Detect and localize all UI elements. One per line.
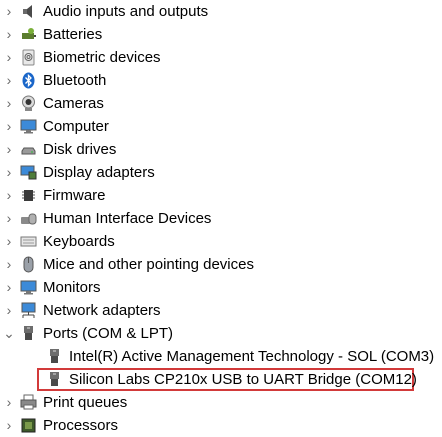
tree-item-computer[interactable]: › Computer: [0, 115, 442, 138]
tree-item-label: Silicon Labs CP210x USB to UART Bridge (…: [69, 371, 417, 388]
chevron-right-icon[interactable]: ›: [2, 138, 16, 161]
network-adapter-icon: [20, 302, 37, 319]
chevron-right-icon[interactable]: ›: [2, 299, 16, 322]
printer-icon: [20, 394, 37, 411]
tree-item-label: Intel(R) Active Management Technology - …: [69, 348, 435, 365]
tree-item-label: Network adapters: [43, 302, 161, 319]
tree-item-intel-amt-sol[interactable]: Intel(R) Active Management Technology - …: [0, 345, 442, 368]
tree-item-label: Computer: [43, 118, 109, 135]
tree-item-label: Audio inputs and outputs: [43, 3, 209, 20]
monitor-icon: [20, 118, 37, 135]
tree-item-silicon-labs-cp210x[interactable]: Silicon Labs CP210x USB to UART Bridge (…: [0, 368, 442, 391]
chevron-right-icon[interactable]: ›: [2, 207, 16, 230]
chevron-right-icon[interactable]: ›: [2, 414, 16, 437]
chevron-right-icon[interactable]: ›: [2, 253, 16, 276]
tree-item-cameras[interactable]: › Cameras: [0, 92, 442, 115]
chip-icon: [20, 187, 37, 204]
speaker-icon: [20, 3, 37, 20]
tree-item-label: Monitors: [43, 279, 101, 296]
tree-item-print-queues[interactable]: › Print queues: [0, 391, 442, 414]
chevron-right-icon[interactable]: ›: [2, 23, 16, 46]
tree-item-label: Mice and other pointing devices: [43, 256, 254, 273]
monitor-icon: [20, 279, 37, 296]
tree-item-disk-drives[interactable]: › Disk drives: [0, 138, 442, 161]
processor-icon: [20, 417, 37, 434]
tree-item-display-adapters[interactable]: › Display adapters: [0, 161, 442, 184]
chevron-right-icon[interactable]: ›: [2, 230, 16, 253]
tree-item-label: Ports (COM & LPT): [43, 325, 174, 342]
bluetooth-icon: [20, 72, 37, 89]
device-tree: › Audio inputs and outputs › Batteries ›…: [0, 0, 442, 437]
tree-item-label: Print queues: [43, 394, 128, 411]
tree-item-monitors[interactable]: › Monitors: [0, 276, 442, 299]
port-icon: [20, 325, 37, 342]
tree-item-label: Processors: [43, 417, 119, 434]
tree-item-keyboards[interactable]: › Keyboards: [0, 230, 442, 253]
tree-item-label: Keyboards: [43, 233, 115, 250]
hid-icon: [20, 210, 37, 227]
tree-item-label: Disk drives: [43, 141, 117, 158]
tree-item-network-adapters[interactable]: › Network adapters: [0, 299, 442, 322]
tree-item-label: Human Interface Devices: [43, 210, 212, 227]
tree-item-audio-inputs-and-outputs[interactable]: › Audio inputs and outputs: [0, 0, 442, 23]
tree-item-mice-and-other-pointing-devices[interactable]: › Mice and other pointing devices: [0, 253, 442, 276]
battery-icon: [20, 26, 37, 43]
chevron-right-icon[interactable]: ›: [2, 161, 16, 184]
tree-item-label: Display adapters: [43, 164, 155, 181]
tree-item-biometric-devices[interactable]: › Biometric devices: [0, 46, 442, 69]
tree-item-label: Firmware: [43, 187, 106, 204]
tree-item-human-interface-devices[interactable]: › Human Interface Devices: [0, 207, 442, 230]
tree-item-label: Bluetooth: [43, 72, 107, 89]
chevron-right-icon[interactable]: ›: [2, 115, 16, 138]
chevron-right-icon[interactable]: ›: [2, 276, 16, 299]
mouse-icon: [20, 256, 37, 273]
keyboard-icon: [20, 233, 37, 250]
tree-item-label: Batteries: [43, 26, 103, 43]
chevron-right-icon[interactable]: ›: [2, 69, 16, 92]
tree-item-bluetooth[interactable]: › Bluetooth: [0, 69, 442, 92]
tree-item-batteries[interactable]: › Batteries: [0, 23, 442, 46]
tree-item-ports-com-lpt[interactable]: ⌄ Ports (COM & LPT): [0, 322, 442, 345]
tree-item-label: Biometric devices: [43, 49, 161, 66]
fingerprint-icon: [20, 49, 37, 66]
tree-item-firmware[interactable]: › Firmware: [0, 184, 442, 207]
port-icon: [46, 348, 63, 365]
chevron-right-icon[interactable]: ›: [2, 184, 16, 207]
tree-item-processors[interactable]: › Processors: [0, 414, 442, 437]
chevron-right-icon[interactable]: ›: [2, 391, 16, 414]
chevron-down-icon[interactable]: ⌄: [2, 322, 16, 345]
chevron-right-icon[interactable]: ›: [2, 0, 16, 23]
port-icon: [46, 371, 63, 388]
disk-drive-icon: [20, 141, 37, 158]
chevron-right-icon[interactable]: ›: [2, 92, 16, 115]
chevron-right-icon[interactable]: ›: [2, 46, 16, 69]
tree-item-label: Cameras: [43, 95, 104, 112]
display-adapter-icon: [20, 164, 37, 181]
camera-icon: [20, 95, 37, 112]
